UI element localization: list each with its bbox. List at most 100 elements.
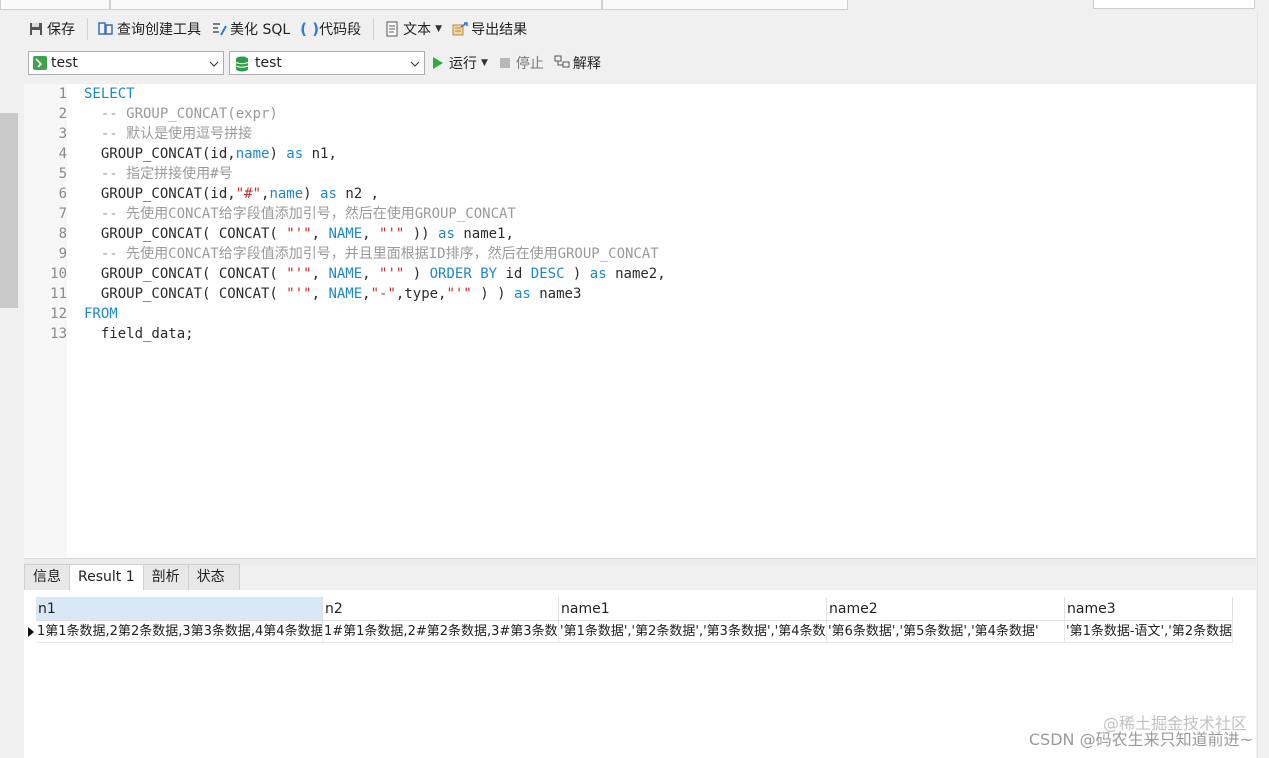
- code-area[interactable]: SELECT -- GROUP_CONCAT(expr) -- 默认是使用逗号拼…: [84, 84, 666, 344]
- code-token: n1,: [303, 146, 337, 162]
- code-token: n2 ,: [336, 186, 380, 202]
- right-scrollbar[interactable]: [1257, 12, 1269, 758]
- export-icon: [452, 21, 468, 37]
- stop-label: 停止: [515, 56, 544, 72]
- code-line[interactable]: GROUP_CONCAT( CONCAT( "'", NAME, "'" )) …: [84, 224, 666, 244]
- top-tab-strip: [0, 0, 1269, 12]
- code-line[interactable]: -- 默认是使用逗号拼接: [84, 124, 666, 144]
- code-token: as: [438, 226, 455, 242]
- code-token: "'": [379, 266, 405, 282]
- code-token: ): [404, 266, 430, 282]
- tab-info[interactable]: 信息: [24, 564, 70, 590]
- code-line[interactable]: -- GROUP_CONCAT(expr): [84, 104, 666, 124]
- snippet-button[interactable]: ( ) 代码段: [296, 16, 365, 42]
- line-number: 12: [50, 306, 67, 322]
- code-line[interactable]: -- 先使用CONCAT给字段值添加引号，并且里面根据ID排序，然后在使用GRO…: [84, 244, 666, 264]
- editor-toolbar: 保存 查询创建工具 美化 SQL ( ) 代码段 文本 ▼ 导出结果: [24, 14, 533, 44]
- code-token: GROUP_CONCAT( CONCAT(: [84, 226, 287, 242]
- column-header-name2[interactable]: name2: [827, 597, 1065, 621]
- connection-toolbar: test test 运行 ▼ 停止 解释: [28, 49, 601, 77]
- beautify-sql-button[interactable]: 美化 SQL: [207, 16, 294, 42]
- line-number: 9: [58, 246, 67, 262]
- code-token: ): [564, 266, 590, 282]
- line-number: 8: [58, 226, 67, 242]
- database-select[interactable]: test: [229, 51, 425, 75]
- code-line[interactable]: field_data;: [84, 324, 666, 344]
- code-token: GROUP_CONCAT(id,: [84, 186, 236, 202]
- table-cell[interactable]: '第1条数据','第2条数据','第3条数据','第4条数据': [559, 621, 827, 643]
- code-token: as: [286, 146, 304, 162]
- column-header-name3[interactable]: name3: [1065, 597, 1233, 621]
- beautify-icon: [211, 21, 227, 37]
- grid-header: n1 n2 name1 name2 name3: [36, 597, 1233, 621]
- code-token: name: [269, 186, 304, 202]
- sql-editor[interactable]: 1 2 3 4 5 6 7 8 9 10 11 12 13 SELECT -- …: [24, 84, 1256, 558]
- tab-stub[interactable]: [602, 0, 848, 10]
- table-cell[interactable]: 1#第1条数据,2#第2条数据,3#第3条数据: [323, 621, 559, 643]
- code-token: "'": [286, 286, 312, 302]
- code-line[interactable]: GROUP_CONCAT( CONCAT( "'", NAME, "'" ) O…: [84, 264, 666, 284]
- connection-select[interactable]: test: [28, 51, 224, 75]
- search-box-stub[interactable]: [1093, 0, 1255, 9]
- line-number: 11: [50, 286, 67, 302]
- code-token: ,: [311, 286, 329, 302]
- tab-result-1[interactable]: Result 1: [69, 564, 144, 591]
- code-token: -- GROUP_CONCAT(expr): [84, 106, 278, 122]
- code-line[interactable]: GROUP_CONCAT(id,name) as n1,: [84, 144, 666, 164]
- code-line[interactable]: -- 先使用CONCAT给字段值添加引号，然后在使用GROUP_CONCAT: [84, 204, 666, 224]
- code-token: ): [303, 186, 321, 202]
- code-token: name2,: [606, 266, 666, 282]
- line-number: 10: [50, 266, 67, 282]
- code-line[interactable]: -- 指定拼接使用#号: [84, 164, 666, 184]
- code-token: ,: [362, 286, 371, 302]
- code-token: NAME: [328, 286, 363, 302]
- query-builder-label: 查询创建工具: [117, 22, 201, 38]
- chevron-down-icon: [410, 57, 420, 67]
- code-token: GROUP_CONCAT( CONCAT(: [84, 266, 287, 282]
- stop-icon: [499, 58, 510, 68]
- save-icon: [28, 21, 44, 37]
- code-token: as: [589, 266, 607, 282]
- stop-button[interactable]: 停止: [499, 53, 544, 73]
- text-label: 文本: [403, 22, 432, 38]
- code-token: "-": [370, 286, 396, 302]
- table-cell[interactable]: '第6条数据','第5条数据','第4条数据': [827, 621, 1065, 643]
- export-results-button[interactable]: 导出结果: [448, 16, 531, 42]
- line-number: 3: [58, 126, 67, 142]
- tab-profile[interactable]: 剖析: [142, 564, 189, 590]
- save-button[interactable]: 保存: [24, 16, 79, 42]
- code-line[interactable]: GROUP_CONCAT(id,"#",name) as n2 ,: [84, 184, 666, 204]
- tab-status[interactable]: 状态: [187, 564, 240, 590]
- code-token: ,: [362, 226, 380, 242]
- column-header-n2[interactable]: n2: [323, 597, 559, 621]
- divider: [373, 18, 375, 40]
- column-header-n1[interactable]: n1: [36, 597, 323, 621]
- text-dropdown-button[interactable]: 文本 ▼: [380, 16, 446, 42]
- code-token: ,: [311, 226, 329, 242]
- run-button[interactable]: 运行 ▼: [433, 53, 488, 73]
- code-line[interactable]: SELECT: [84, 84, 666, 104]
- watermark-csdn: CSDN @码农生来只知道前进~: [1028, 730, 1253, 749]
- left-panel-scrollbar[interactable]: [0, 113, 18, 308]
- code-token: "'": [446, 286, 472, 302]
- tab-stub[interactable]: [110, 0, 602, 10]
- tab-stub[interactable]: [0, 0, 110, 10]
- code-token: field_data;: [84, 326, 194, 342]
- current-row-icon: [28, 627, 34, 637]
- explain-button[interactable]: 解释: [554, 53, 601, 73]
- code-token: as: [320, 186, 337, 202]
- run-label: 运行: [449, 56, 477, 72]
- explain-label: 解释: [572, 56, 601, 72]
- code-line[interactable]: GROUP_CONCAT( CONCAT( "'", NAME,"-",type…: [84, 284, 666, 304]
- line-number: 6: [58, 186, 67, 202]
- beautify-label: 美化 SQL: [230, 22, 291, 38]
- table-row[interactable]: 1第1条数据,2第2条数据,3第3条数据,4第4条数据 1#第1条数据,2#第2…: [36, 621, 1233, 643]
- code-token: name3: [530, 286, 582, 302]
- column-header-name1[interactable]: name1: [559, 597, 827, 621]
- query-builder-button[interactable]: 查询创建工具: [94, 16, 205, 42]
- document-icon: [384, 21, 400, 37]
- code-line[interactable]: FROM: [84, 304, 666, 324]
- code-token: ORDER BY: [429, 266, 498, 282]
- table-cell[interactable]: '第1条数据-语文','第2条数据': [1065, 621, 1233, 643]
- table-cell[interactable]: 1第1条数据,2第2条数据,3第3条数据,4第4条数据: [36, 621, 323, 643]
